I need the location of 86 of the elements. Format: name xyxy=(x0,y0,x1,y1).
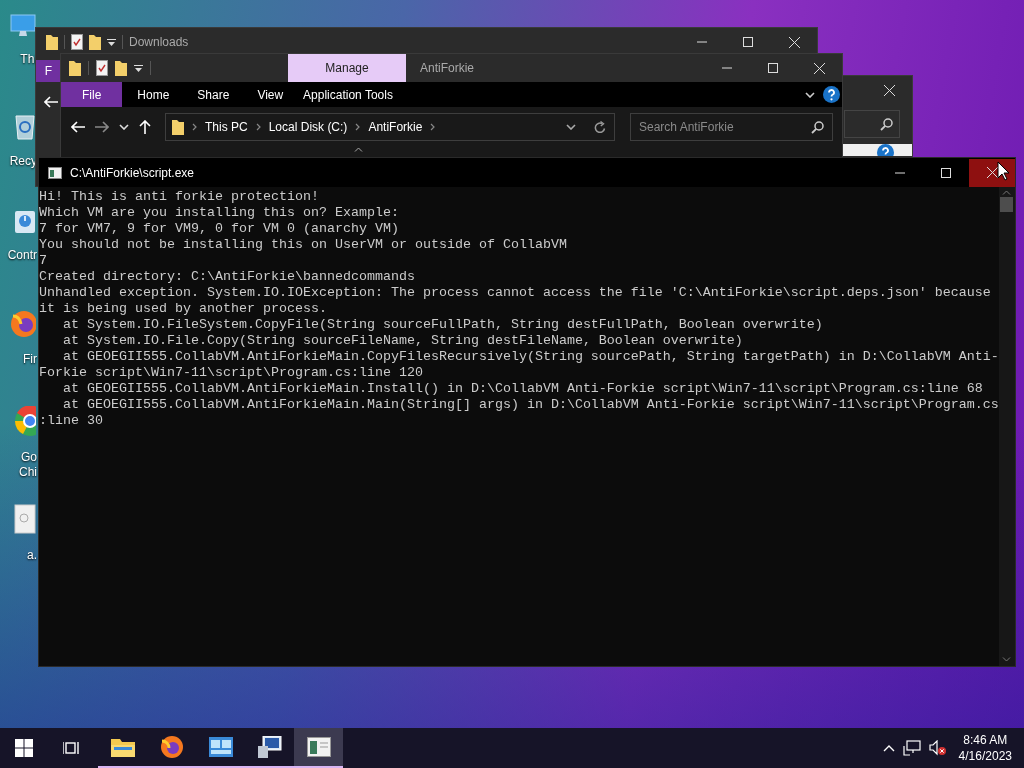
console-line: at GEOEGII555.CollabVM.AntiForkieMain.Main(String[] args) in D:\CollabVM Anti-Forkie script\Win7-11\script\Program.cs xyxy=(62,397,999,413)
folder-icon xyxy=(110,737,135,757)
window-title: AntiForkie xyxy=(420,61,475,75)
console-line: at GEOEGII555.CollabVM.AntiForkieMain.CopyFilesRecursively(String sourcePath, String targetPath) in D:\CollabVM Anti- xyxy=(62,349,999,365)
ribbon-tab[interactable]: Home xyxy=(123,82,184,107)
search-field[interactable] xyxy=(844,110,900,138)
cursor-icon xyxy=(997,161,1011,181)
address-bar[interactable]: This PC Local Disk (C:) AntiForkie xyxy=(165,113,615,141)
window-title: Downloads xyxy=(129,35,189,49)
console-line: Which VM are you installing this on? Example: xyxy=(39,205,400,221)
folder-icon[interactable] xyxy=(89,34,101,50)
close-icon[interactable] xyxy=(883,84,895,96)
firefox-icon xyxy=(10,308,36,338)
chevron-down-icon[interactable] xyxy=(566,124,576,130)
file-icon xyxy=(14,504,36,534)
maximize-icon[interactable] xyxy=(941,167,951,178)
context-tab-header: Manage xyxy=(288,54,406,82)
monitor-icon xyxy=(257,736,282,758)
folder-icon[interactable] xyxy=(69,60,81,76)
chevron-right-icon[interactable] xyxy=(255,123,261,131)
close-icon[interactable] xyxy=(986,167,998,178)
close-button[interactable] xyxy=(969,158,1015,187)
refresh-icon[interactable] xyxy=(594,120,606,134)
icon-label[interactable]: a. xyxy=(27,548,38,563)
console-app-icon xyxy=(48,166,62,179)
properties-icon[interactable] xyxy=(71,34,83,50)
control-panel-icon xyxy=(208,737,233,757)
console-line: at System.IO.FileSystem.CopyFile(String sourceFullPath, String destFullPath, Boolean overwrite) xyxy=(62,317,824,333)
monitor-icon xyxy=(10,14,36,38)
caret-icon[interactable] xyxy=(134,64,143,72)
firefox-icon xyxy=(159,735,184,759)
ribbon-tab[interactable]: F xyxy=(36,60,61,82)
control-panel-icon xyxy=(14,210,36,234)
caret-icon[interactable] xyxy=(107,38,116,46)
search-icon[interactable] xyxy=(880,117,893,131)
chevron-right-icon[interactable] xyxy=(192,123,197,131)
chevron-right-icon[interactable] xyxy=(355,123,361,131)
back-arrow-icon[interactable] xyxy=(44,96,58,108)
close-icon[interactable] xyxy=(788,36,800,48)
chevron-down-icon[interactable] xyxy=(805,91,815,98)
task-view-icon xyxy=(63,740,81,756)
console-line: at System.IO.File.Copy(String sourceFileName, String destFileName, Boolean overwrite) xyxy=(62,333,744,349)
scrollbar[interactable] xyxy=(998,187,1015,666)
search-icon[interactable] xyxy=(811,121,824,134)
clock-time[interactable]: 8:46 AM xyxy=(963,732,1008,748)
console-line: You should not be installing this on UserVM or outside of CollabVM xyxy=(39,237,568,253)
folder-icon[interactable] xyxy=(46,34,58,50)
forward-arrow-icon[interactable] xyxy=(95,121,109,133)
console-line: :line 30 xyxy=(39,413,104,429)
breadcrumb[interactable]: Local Disk (C:) xyxy=(268,120,348,134)
back-arrow-icon[interactable] xyxy=(71,121,85,133)
taskbar-app-button[interactable] xyxy=(294,728,343,768)
console-line: it is being used by another process. xyxy=(39,301,328,317)
icon-label[interactable]: Contr xyxy=(7,248,38,263)
maximize-icon[interactable] xyxy=(768,63,778,73)
breadcrumb[interactable]: This PC xyxy=(205,120,248,134)
console-line: at GEOEGII555.CollabVM.AntiForkieMain.Install() in D:\CollabVM Anti-Forkie script\Win7-11\script\Program.cs:line 68 xyxy=(62,381,984,397)
sort-caret-icon[interactable] xyxy=(354,147,363,152)
scrollbar-thumb[interactable] xyxy=(1000,197,1014,212)
help-icon[interactable] xyxy=(823,86,840,103)
clock-date[interactable]: 4/16/2023 xyxy=(958,748,1012,764)
window-title: C:\AntiForkie\script.exe xyxy=(70,165,195,180)
maximize-icon[interactable] xyxy=(743,37,753,47)
close-icon[interactable] xyxy=(813,62,825,74)
breadcrumb[interactable]: AntiForkie xyxy=(368,120,423,134)
search-field[interactable]: Search AntiForkie xyxy=(630,113,833,141)
windows-logo-icon xyxy=(15,739,33,757)
recycle-bin-icon xyxy=(14,112,36,140)
console-line: 7 xyxy=(39,253,48,269)
chevron-right-icon[interactable] xyxy=(430,123,436,131)
network-icon[interactable] xyxy=(902,740,921,756)
up-arrow-icon[interactable] xyxy=(139,120,151,134)
folder-icon[interactable] xyxy=(172,119,184,135)
properties-icon[interactable] xyxy=(96,60,108,76)
volume-muted-icon[interactable] xyxy=(928,740,947,756)
console-line: Hi! This is anti forkie protection! xyxy=(39,189,320,205)
console-line: Created directory: C:\AntiForkie\bannedcommands xyxy=(39,269,416,285)
console-line: Forkie script\Win7-11\script\Program.cs:line 120 xyxy=(39,365,424,381)
icon-label[interactable]: Go Chi xyxy=(19,450,38,480)
icon-label[interactable]: Fir xyxy=(23,352,38,367)
console-line: 7 for VM7, 9 for VM9, 0 for VM 0 (anarchy VM) xyxy=(39,221,400,237)
console-app-icon xyxy=(306,737,331,757)
console-line: Unhandled exception. System.IO.IOException: The process cannot access the file 'C:\AntiForkie\script.deps.json' because xyxy=(39,285,992,301)
chevron-up-icon[interactable] xyxy=(882,744,895,752)
folder-icon[interactable] xyxy=(115,60,127,76)
ribbon-tab[interactable]: Share xyxy=(183,82,244,107)
